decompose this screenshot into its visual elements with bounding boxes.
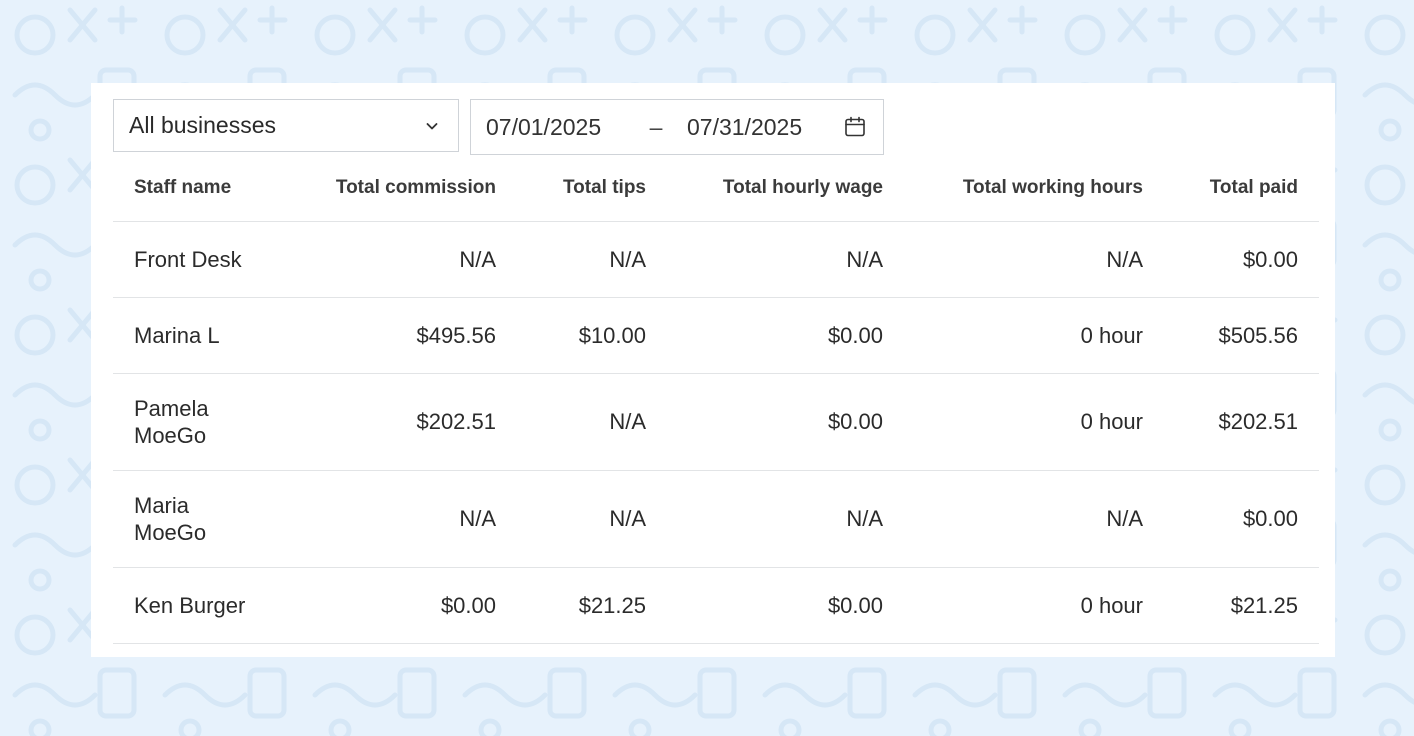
staff-name-cell: Pamela MoeGo	[113, 373, 283, 471]
table-row: Pamela MoeGo $202.51 N/A $0.00 0 hour $2…	[113, 373, 1319, 471]
total-tips-cell: N/A	[517, 373, 667, 471]
filter-toolbar: All businesses 07/01/2025 – 07/31/2025	[113, 99, 884, 155]
table-row: Maria MoeGo N/A N/A N/A N/A $0.00	[113, 470, 1319, 568]
total-paid-cell: $202.51	[1164, 373, 1319, 471]
staff-name-cell: Front Desk	[113, 221, 283, 298]
total-hourly-wage-cell: N/A	[667, 221, 904, 298]
total-paid-cell: $21.25	[1164, 567, 1319, 644]
total-working-hours-cell: N/A	[904, 470, 1164, 568]
total-hourly-wage-cell: $0.00	[667, 373, 904, 471]
staff-name: Marina L	[134, 322, 220, 348]
table-row: Marina L $495.56 $10.00 $0.00 0 hour $50…	[113, 297, 1319, 374]
start-date-input[interactable]: 07/01/2025	[486, 114, 626, 141]
total-hourly-wage-cell: $0.00	[667, 297, 904, 374]
total-tips-cell: $10.00	[517, 297, 667, 374]
column-header-total-commission[interactable]: Total commission	[283, 155, 517, 222]
total-paid-cell: $0.00	[1164, 221, 1319, 298]
total-working-hours-cell: 0 hour	[904, 567, 1164, 644]
staff-payroll-card: All businesses 07/01/2025 – 07/31/2025 S…	[91, 83, 1335, 657]
column-header-total-tips[interactable]: Total tips	[517, 155, 667, 222]
total-working-hours-cell: 0 hour	[904, 297, 1164, 374]
table-header-row: Staff name Total commission Total tips T…	[113, 155, 1319, 222]
total-hourly-wage-cell: N/A	[667, 470, 904, 568]
end-date-input[interactable]: 07/31/2025	[687, 114, 827, 141]
total-tips-cell: $21.25	[517, 567, 667, 644]
column-header-total-hourly-wage[interactable]: Total hourly wage	[667, 155, 904, 222]
table-row: Front Desk N/A N/A N/A N/A $0.00	[113, 221, 1319, 298]
total-commission-cell: $495.56	[283, 297, 517, 374]
column-header-total-paid[interactable]: Total paid	[1164, 155, 1319, 222]
total-paid-cell: $505.56	[1164, 297, 1319, 374]
date-range-separator: –	[649, 113, 663, 140]
total-paid-cell: $0.00	[1164, 470, 1319, 568]
total-tips-cell: N/A	[517, 470, 667, 568]
total-tips-cell: N/A	[517, 221, 667, 298]
calendar-icon[interactable]	[843, 115, 867, 139]
column-header-staff-name[interactable]: Staff name	[113, 155, 283, 222]
table-row: Ken Burger $0.00 $21.25 $0.00 0 hour $21…	[113, 567, 1319, 644]
staff-name-cell: Marina L	[113, 297, 283, 374]
total-working-hours-cell: N/A	[904, 221, 1164, 298]
total-hourly-wage-cell: $0.00	[667, 567, 904, 644]
total-commission-cell: N/A	[283, 470, 517, 568]
staff-name: Pamela MoeGo	[134, 395, 209, 448]
staff-name: Maria MoeGo	[134, 492, 207, 545]
date-range-picker[interactable]: 07/01/2025 – 07/31/2025	[470, 99, 884, 155]
staff-payroll-table: Staff name Total commission Total tips T…	[113, 155, 1319, 644]
total-commission-cell: $202.51	[283, 373, 517, 471]
column-header-total-working-hours[interactable]: Total working hours	[904, 155, 1164, 222]
staff-name: Ken Burger	[134, 592, 246, 618]
business-select-value: All businesses	[129, 112, 277, 138]
total-commission-cell: $0.00	[283, 567, 517, 644]
total-commission-cell: N/A	[283, 221, 517, 298]
business-select[interactable]: All businesses	[113, 99, 459, 152]
chevron-down-icon	[424, 118, 440, 134]
staff-name-cell: Maria MoeGo	[113, 470, 283, 568]
total-working-hours-cell: 0 hour	[904, 373, 1164, 471]
staff-name-cell: Ken Burger	[113, 567, 283, 644]
staff-name: Front Desk	[134, 246, 242, 272]
